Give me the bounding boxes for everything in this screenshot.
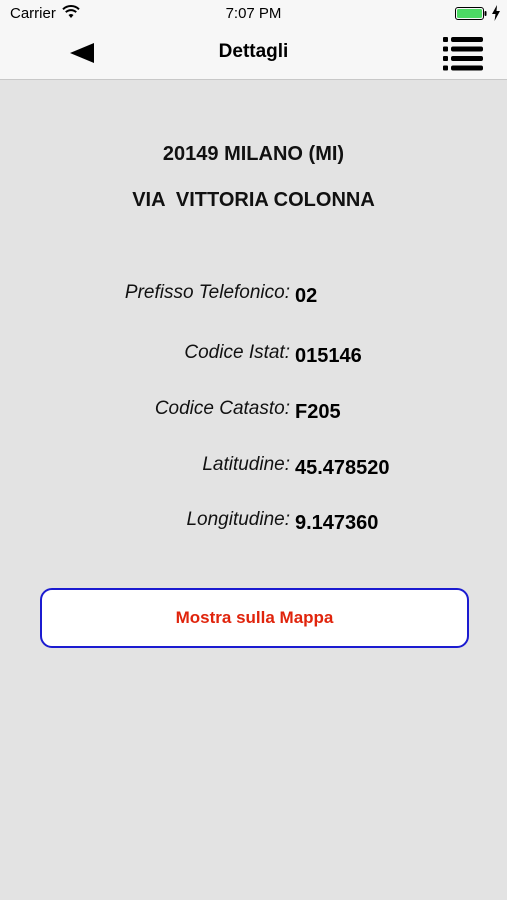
page-title: Dettagli [218,41,289,62]
status-bar: Carrier 7:07 PM [0,0,507,28]
list-menu-icon[interactable] [441,35,485,73]
detail-value: 015146 [295,345,362,367]
show-on-map-label: Mostra sulla Mappa [175,608,334,627]
detail-label: Prefisso Telefonico: [124,282,290,303]
address-street-line: VIA VITTORIA COLONNA [132,189,375,211]
status-time: 7:07 PM [225,5,282,22]
detail-row-longitude: Longitudine: 9.147360 [0,505,507,535]
detail-value: 45.478520 [295,457,390,479]
detail-label: Longitudine: [186,509,290,530]
navigation-bar: Dettagli [0,28,507,80]
detail-label: Latitudine: [202,454,290,475]
detail-label: Codice Catasto: [154,398,290,419]
detail-row-latitude: Latitudine: 45.478520 [0,450,507,480]
battery-icon [455,7,487,20]
detail-value: 02 [295,285,318,307]
show-on-map-button[interactable]: Mostra sulla Mappa [40,588,469,648]
charging-icon [492,5,500,21]
detail-value: 9.147360 [295,512,379,534]
detail-value: F205 [295,401,341,423]
detail-row-prefisso: Prefisso Telefonico: 02 [0,278,507,308]
detail-row-catasto: Codice Catasto: F205 [0,394,507,424]
address-city-line: 20149 MILANO (MI) [162,143,345,165]
screen: Carrier 7:07 PM Dettagli 20149 MILANO (M… [0,0,507,900]
detail-row-istat: Codice Istat: 015146 [0,338,507,368]
detail-label: Codice Istat: [184,342,290,363]
